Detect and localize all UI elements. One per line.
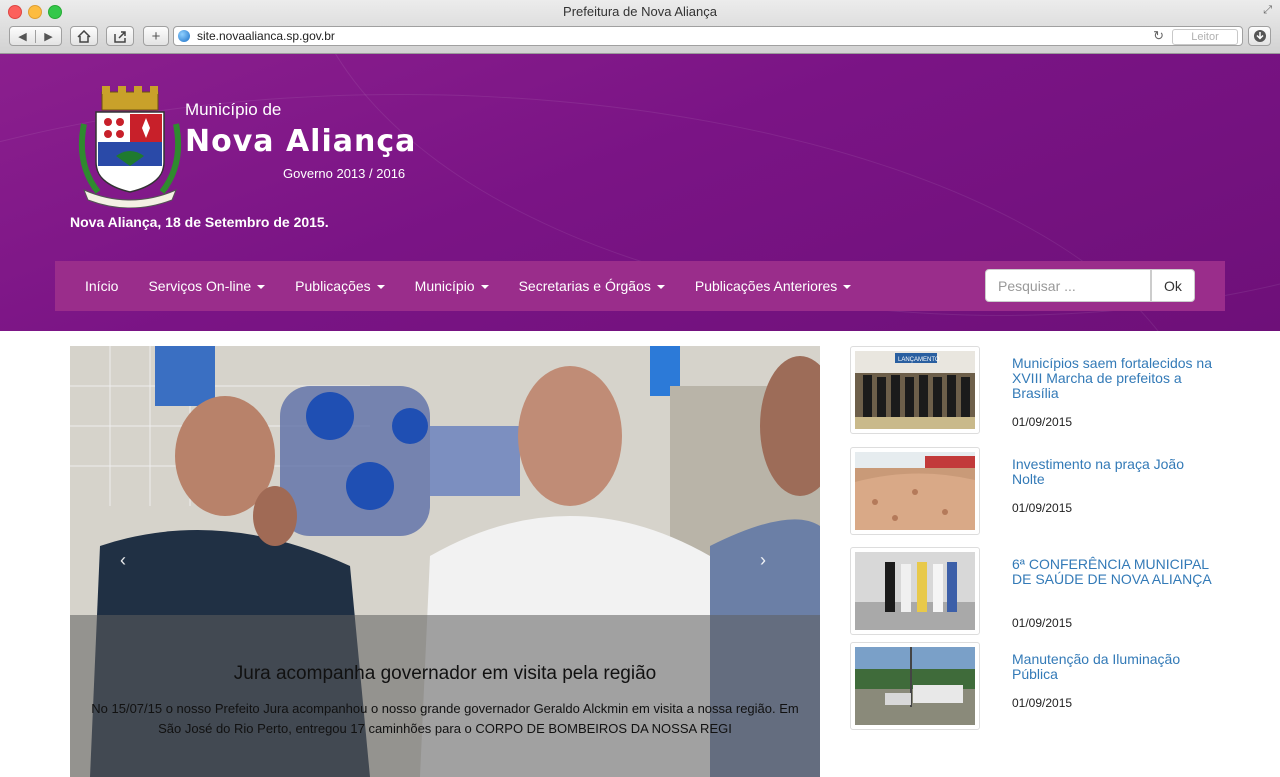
share-button[interactable] bbox=[106, 26, 134, 46]
news-title-link[interactable]: Manutenção da Iluminação Pública bbox=[1012, 652, 1217, 682]
caret-down-icon bbox=[376, 285, 385, 290]
carousel-next-icon[interactable]: › bbox=[760, 550, 766, 571]
site-header: Município de Nova Aliança Governo 2013 /… bbox=[0, 54, 1280, 331]
city-name: Nova Aliança bbox=[185, 124, 417, 159]
news-date: 01/09/2015 bbox=[1012, 415, 1073, 429]
nav-item-label: Publicações bbox=[295, 278, 371, 294]
municipal-crest-logo bbox=[78, 86, 182, 208]
downloads-button[interactable] bbox=[1248, 26, 1271, 46]
carousel-caption: Jura acompanha governador em visita pela… bbox=[70, 615, 820, 777]
news-thumbnail[interactable]: LANÇAMENTO bbox=[850, 346, 980, 434]
globe-icon bbox=[178, 30, 190, 42]
nav-item[interactable]: Secretarias e Órgãos bbox=[519, 278, 665, 294]
window-title: Prefeitura de Nova Aliança bbox=[563, 4, 717, 19]
news-carousel[interactable]: ‹ › Jura acompanha governador em visita … bbox=[70, 346, 820, 777]
carousel-prev-icon[interactable]: ‹ bbox=[120, 550, 126, 571]
nav-item-label: Serviços On-line bbox=[148, 278, 252, 294]
caret-down-icon bbox=[480, 285, 489, 290]
share-icon bbox=[114, 30, 126, 43]
fullscreen-icon[interactable]: ⤢ bbox=[1263, 4, 1272, 17]
news-title-link[interactable]: 6ª CONFERÊNCIA MUNICIPAL DE SAÚDE DE NOV… bbox=[1012, 557, 1217, 587]
nav-menu: Início Serviços On-line Publicações Municíp… bbox=[85, 261, 881, 311]
nav-item[interactable]: Publicações Anteriores bbox=[694, 278, 852, 294]
news-date: 01/09/2015 bbox=[1012, 616, 1073, 630]
reload-icon[interactable]: ↻ bbox=[1153, 28, 1164, 44]
banner-text: LANÇAMENTO bbox=[898, 357, 940, 363]
forward-icon[interactable]: ▶ bbox=[36, 30, 61, 43]
nav-item-label: Início bbox=[85, 278, 119, 294]
carousel-caption-text: No 15/07/15 o nosso Prefeito Jura acompa… bbox=[91, 701, 799, 736]
browser-chrome: Prefeitura de Nova Aliança ⤢ ◀ ▶ + site.… bbox=[0, 0, 1280, 54]
search-submit-button[interactable]: Ok bbox=[1151, 269, 1195, 302]
back-forward-buttons: ◀ ▶ bbox=[9, 26, 62, 46]
news-title-link[interactable]: Municípios saem fortalecidos na XVIII Ma… bbox=[1012, 356, 1217, 401]
main-navbar: Início Serviços On-line Publicações Municíp… bbox=[55, 261, 1225, 311]
news-date: 01/09/2015 bbox=[1012, 696, 1073, 710]
news-thumbnail[interactable] bbox=[850, 642, 980, 730]
nav-item-label: Município bbox=[414, 278, 475, 294]
carousel-caption-title[interactable]: Jura acompanha governador em visita pela… bbox=[70, 663, 820, 685]
reader-button[interactable]: Leitor bbox=[1172, 29, 1238, 45]
nav-item[interactable]: Publicações bbox=[295, 278, 385, 294]
caret-down-icon bbox=[656, 285, 665, 290]
news-title-link[interactable]: Investimento na praça João Nolte bbox=[1012, 457, 1217, 487]
nav-item-label: Secretarias e Órgãos bbox=[518, 278, 651, 294]
municipio-label: Município de bbox=[185, 100, 282, 119]
search-input[interactable] bbox=[985, 269, 1151, 302]
caret-down-icon bbox=[257, 285, 266, 290]
home-icon bbox=[77, 29, 91, 43]
download-icon bbox=[1253, 30, 1266, 42]
news-thumbnail[interactable] bbox=[850, 447, 980, 535]
nav-item[interactable]: Município bbox=[415, 278, 489, 294]
home-button[interactable] bbox=[70, 26, 98, 46]
caret-down-icon bbox=[843, 285, 852, 290]
nav-item[interactable]: Início bbox=[85, 278, 118, 294]
new-tab-button[interactable]: + bbox=[143, 26, 169, 46]
nav-item[interactable]: Serviços On-line bbox=[148, 278, 266, 294]
back-icon[interactable]: ◀ bbox=[10, 29, 36, 43]
nav-item-label: Publicações Anteriores bbox=[694, 278, 838, 294]
address-bar[interactable]: site.novaalianca.sp.gov.br ↻ Leitor bbox=[173, 26, 1243, 46]
government-term: Governo 2013 / 2016 bbox=[283, 166, 406, 181]
news-thumbnail[interactable] bbox=[850, 547, 980, 635]
date-line: Nova Aliança, 18 de Setembro de 2015. bbox=[70, 214, 329, 230]
url-text[interactable]: site.novaalianca.sp.gov.br bbox=[197, 29, 335, 43]
news-date: 01/09/2015 bbox=[1012, 501, 1073, 515]
